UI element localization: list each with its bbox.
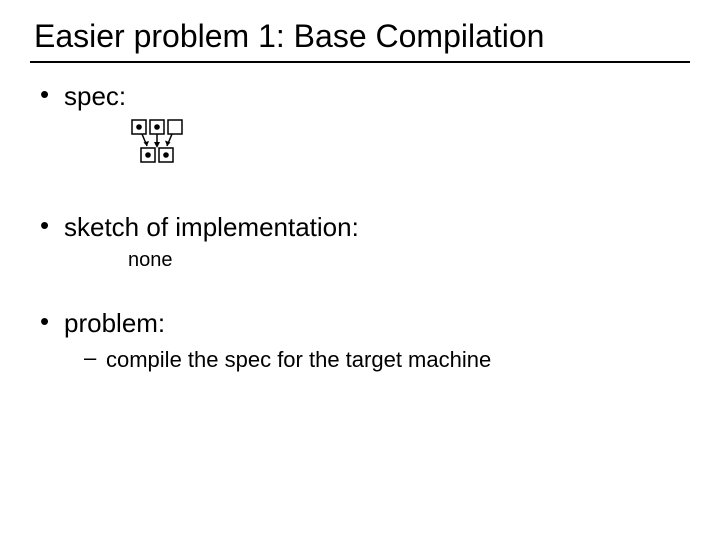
bullet-problem: problem: bbox=[40, 308, 690, 339]
problem-subbullet-label: compile the spec for the target machine bbox=[106, 347, 491, 372]
spacer bbox=[30, 164, 690, 202]
bullet-list: spec: bbox=[30, 81, 690, 373]
bullet-sketch: sketch of implementation: bbox=[40, 212, 690, 243]
slide-title: Easier problem 1: Base Compilation bbox=[34, 18, 690, 55]
sketch-sub-none: none bbox=[128, 249, 690, 272]
bullet-sketch-label: sketch of implementation: bbox=[64, 212, 359, 242]
bullet-spec-label: spec: bbox=[64, 81, 126, 111]
spacer bbox=[30, 272, 690, 298]
slide: Easier problem 1: Base Compilation spec: bbox=[0, 0, 720, 540]
problem-subbullet: compile the spec for the target machine bbox=[84, 347, 690, 373]
spec-diagram-icon bbox=[130, 118, 190, 164]
bullet-spec: spec: bbox=[40, 81, 690, 112]
title-underline bbox=[30, 61, 690, 63]
bullet-problem-label: problem: bbox=[64, 308, 165, 338]
